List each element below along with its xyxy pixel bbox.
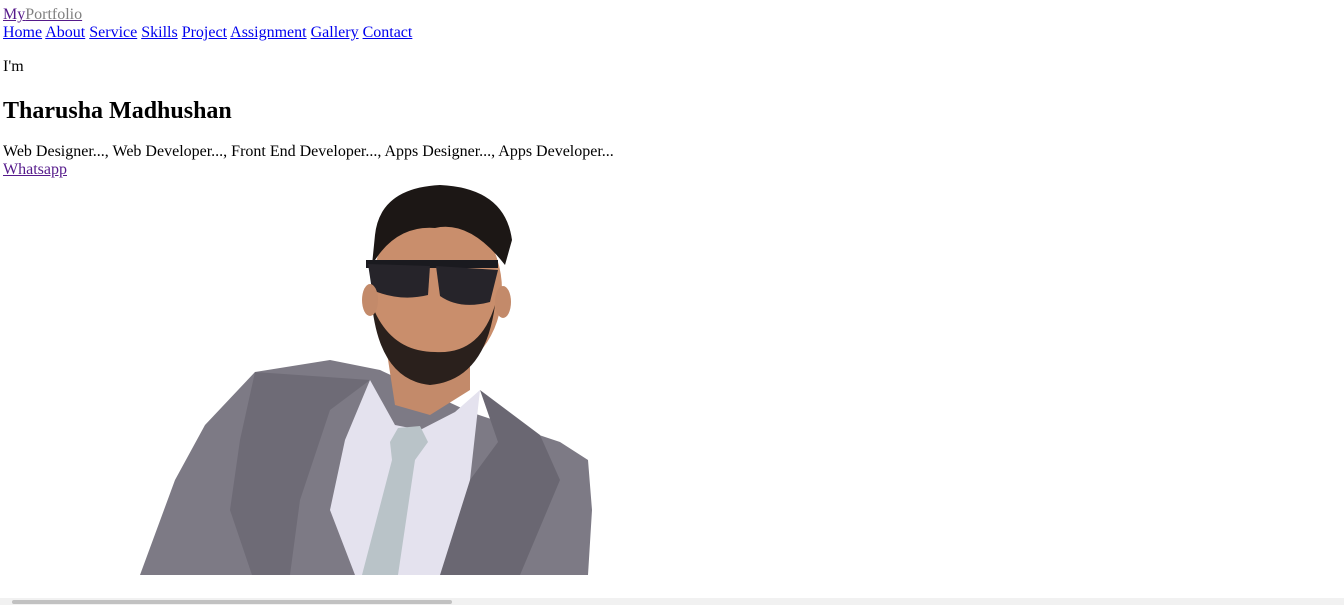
logo-prefix: My — [3, 6, 26, 23]
scrollbar-thumb[interactable] — [12, 600, 452, 604]
nav-link-about[interactable]: About — [45, 24, 85, 41]
logo-suffix: Portfolio — [25, 6, 83, 23]
right-ear — [495, 286, 511, 318]
main-nav: Home About Service Skills Project Assign… — [3, 24, 412, 42]
whatsapp-container: Whatsapp — [3, 161, 67, 179]
left-ear — [362, 284, 378, 316]
portrait-photo — [0, 180, 600, 575]
portrait-illustration — [140, 185, 592, 575]
hero-name: Tharusha Madhushan — [3, 98, 232, 124]
hero-roles: Web Designer..., Web Developer..., Front… — [3, 143, 614, 160]
sunglasses-right-lens — [436, 266, 498, 305]
whatsapp-link[interactable]: Whatsapp — [3, 161, 67, 178]
horizontal-scrollbar[interactable] — [0, 598, 1344, 605]
nav-link-assignment[interactable]: Assignment — [230, 24, 306, 41]
site-logo[interactable]: MyPortfolio — [3, 6, 82, 24]
nav-link-project[interactable]: Project — [182, 24, 227, 41]
nav-link-skills[interactable]: Skills — [141, 24, 177, 41]
nav-link-gallery[interactable]: Gallery — [311, 24, 359, 41]
nav-link-contact[interactable]: Contact — [363, 24, 413, 41]
nav-link-service[interactable]: Service — [89, 24, 137, 41]
nav-link-home[interactable]: Home — [3, 24, 42, 41]
logo-link[interactable]: MyPortfolio — [3, 6, 82, 23]
page: MyPortfolio Home About Service Skills Pr… — [0, 0, 1344, 605]
hero-intro: I'm — [3, 58, 24, 75]
